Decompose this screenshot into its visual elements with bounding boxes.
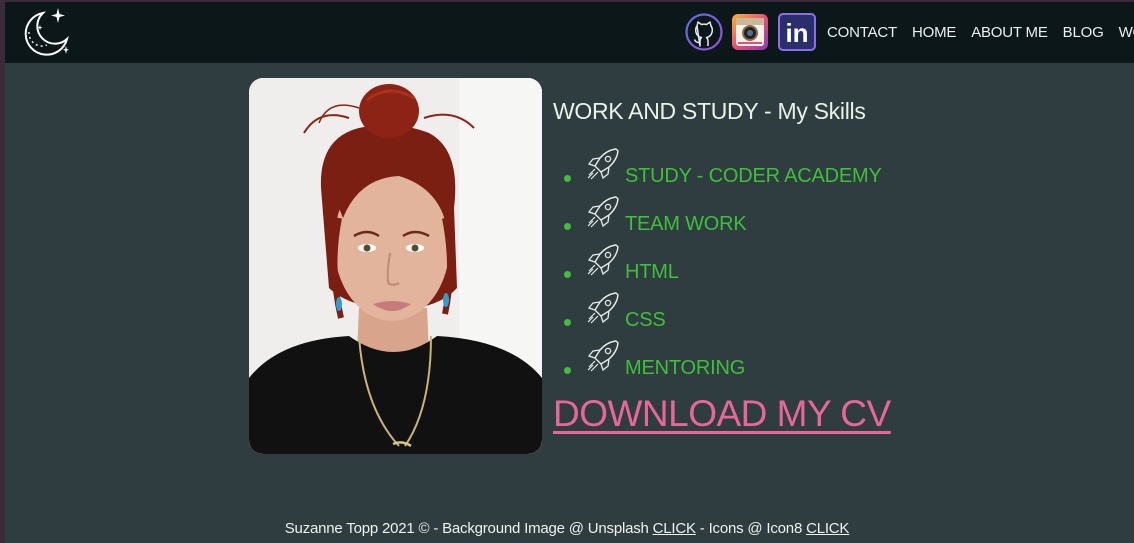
nav-home[interactable]: HOME	[912, 24, 956, 41]
skill-label: MENTORING	[625, 357, 746, 379]
skills-title: WORK AND STUDY - My Skills	[553, 98, 866, 124]
github-icon[interactable]	[685, 13, 723, 51]
linkedin-icon-text: in	[785, 18, 808, 48]
rocket-icon	[587, 244, 619, 276]
nav-blog[interactable]: BLOG	[1063, 24, 1104, 41]
nav-links: CONTACT HOME ABOUT ME BLOG WORK	[827, 2, 1134, 63]
skill-label: HTML	[625, 261, 679, 283]
linkedin-icon[interactable]: in	[778, 13, 816, 51]
skill-label: STUDY - CODER ACADEMY	[625, 165, 882, 187]
bullet-dot	[564, 175, 571, 182]
rocket-icon	[587, 148, 619, 180]
footer-credit-text: Suzanne Topp 2021 © - Background Image @…	[284, 520, 653, 537]
download-cv-link[interactable]: DOWNLOAD MY CV	[553, 393, 891, 435]
icon8-link[interactable]: CLICK	[806, 520, 849, 537]
skill-label: TEAM WORK	[625, 213, 747, 235]
bullet-dot	[564, 223, 571, 230]
nav-contact[interactable]: CONTACT	[827, 24, 897, 41]
rocket-icon	[587, 196, 619, 228]
nav-work[interactable]: WORK	[1119, 24, 1134, 41]
footer: Suzanne Topp 2021 © - Background Image @…	[0, 520, 1134, 537]
footer-icons-text: - Icons @ Icon8	[695, 520, 807, 537]
rocket-icon	[587, 340, 619, 372]
moon-stars-icon[interactable]	[13, 6, 69, 60]
rocket-icon	[587, 292, 619, 324]
unsplash-link[interactable]: CLICK	[653, 520, 696, 537]
window-frame-left	[0, 0, 5, 543]
bullet-dot	[564, 319, 571, 326]
navbar: in CONTACT HOME ABOUT ME BLOG WORK	[5, 2, 1134, 63]
skill-label: CSS	[625, 309, 666, 331]
bullet-dot	[564, 367, 571, 374]
instagram-icon[interactable]	[731, 13, 769, 51]
profile-photo	[249, 78, 542, 454]
nav-about-me[interactable]: ABOUT ME	[971, 24, 1048, 41]
bullet-dot	[564, 271, 571, 278]
